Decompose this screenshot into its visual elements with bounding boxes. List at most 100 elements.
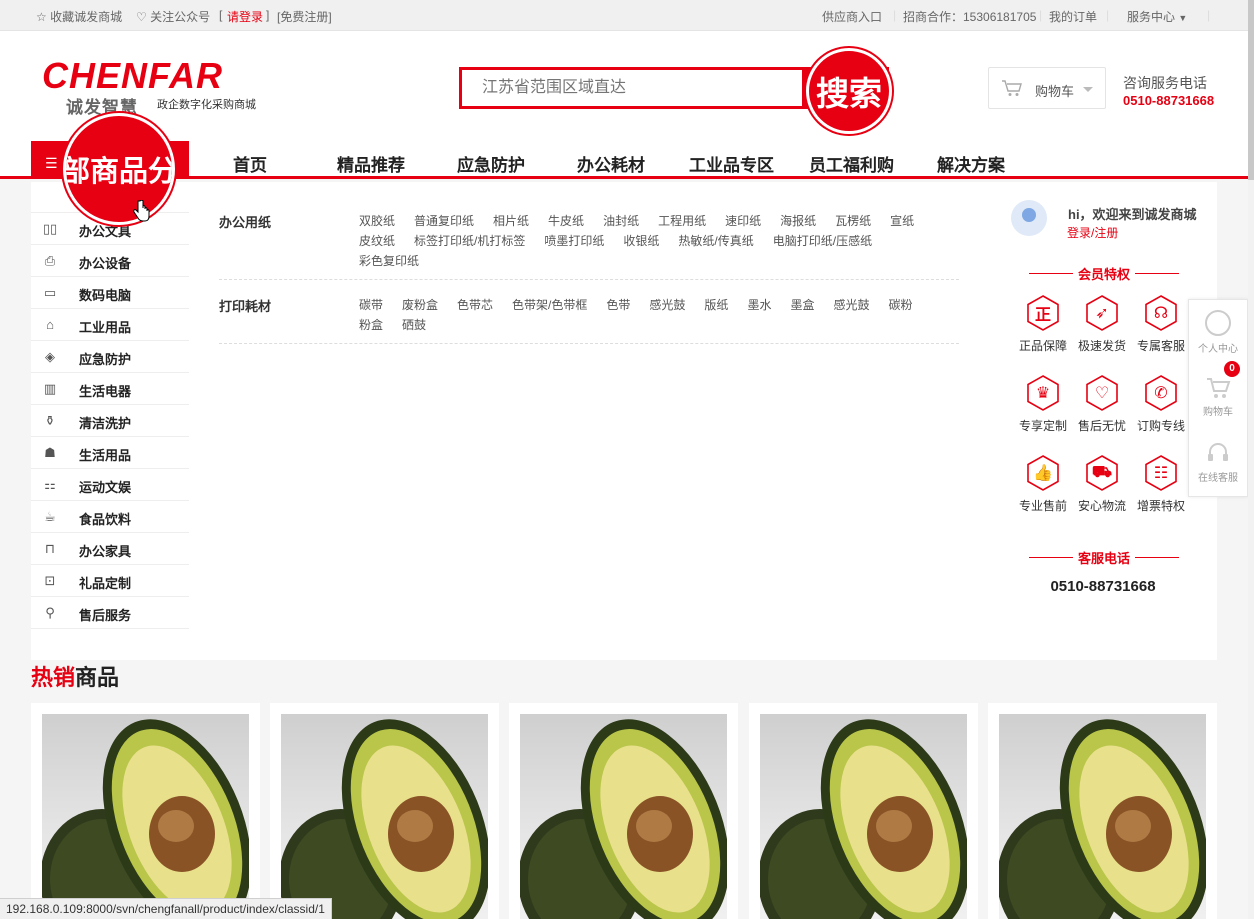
category-link[interactable]: 速印纸 [725, 211, 761, 231]
category-link[interactable]: 电脑打印纸/压感纸 [773, 231, 872, 251]
perk-item[interactable]: 👍 专业售前 [1014, 454, 1072, 514]
nav-emergency[interactable]: 应急防护 [457, 151, 525, 176]
scrollbar[interactable] [1248, 0, 1254, 919]
search-input[interactable] [462, 70, 802, 106]
orders-link[interactable]: 我的订单 [1049, 8, 1097, 25]
category-link[interactable]: 油封纸 [603, 211, 639, 231]
category-link[interactable]: 收银纸 [623, 231, 659, 251]
category-link[interactable]: 瓦楞纸 [835, 211, 871, 231]
group-title[interactable]: 打印耗材 [219, 296, 271, 315]
perk-item[interactable]: ♛ 专享定制 [1014, 374, 1072, 434]
nav-employee-benefits[interactable]: 员工福利购 [809, 151, 894, 176]
perk-item[interactable]: ☊ 专属客服 [1132, 294, 1190, 354]
category-link[interactable]: 色带 [606, 295, 630, 315]
category-link[interactable]: 牛皮纸 [548, 211, 584, 231]
hot-title-rest: 商品 [75, 665, 120, 690]
all-categories-label[interactable]: 部商品分 [63, 113, 175, 225]
category-link[interactable]: 粉盒 [359, 315, 383, 335]
category-link[interactable]: 感光鼓 [833, 295, 869, 315]
login-link[interactable]: 请登录 [227, 8, 263, 25]
nav-office-supplies[interactable]: 办公耗材 [577, 151, 645, 176]
sidebar-item-aftersales[interactable]: ⚲ 售后服务 [31, 597, 189, 629]
perk-item[interactable]: ➶ 极速发货 [1073, 294, 1131, 354]
perk-item[interactable]: 正正品保障 [1014, 294, 1072, 354]
category-link[interactable]: 硒鼓 [402, 315, 426, 335]
product-card[interactable] [31, 703, 260, 919]
nav-featured[interactable]: 精品推荐 [337, 151, 405, 176]
perk-item[interactable]: ✆ 订购专线 [1132, 374, 1190, 434]
nav-solutions[interactable]: 解决方案 [937, 151, 1005, 176]
nav-industrial[interactable]: 工业品专区 [689, 151, 774, 176]
gift-icon: ⊡ [44, 573, 56, 588]
category-link[interactable]: 相片纸 [493, 211, 529, 231]
category-link[interactable]: 工程用纸 [658, 211, 706, 231]
cart-sidebar-label: 购物车 [1203, 407, 1233, 418]
category-link[interactable]: 色带架/色带框 [512, 295, 587, 315]
product-card[interactable] [749, 703, 978, 919]
category-link[interactable]: 宣纸 [890, 211, 914, 231]
divider: | [1106, 8, 1110, 22]
hot-products-title: 热销商品 [31, 660, 119, 692]
cart-sidebar-button[interactable]: 购物车 [1189, 376, 1247, 418]
sidebar-item-industrial[interactable]: ⌂ 工业用品 [31, 309, 189, 341]
headset-icon: ☊ [1142, 294, 1180, 332]
group-title[interactable]: 办公用纸 [219, 212, 271, 231]
sidebar-item-emergency[interactable]: ◈ 应急防护 [31, 341, 189, 373]
supplier-link[interactable]: 供应商入口 [822, 8, 882, 25]
logo[interactable]: CHENFAR [42, 55, 223, 97]
category-link[interactable]: 标签打印纸/机打标签 [414, 231, 525, 251]
avocado-image[interactable] [281, 714, 488, 919]
perk-item[interactable]: ⛟ 安心物流 [1073, 454, 1131, 514]
category-link[interactable]: 海报纸 [780, 211, 816, 231]
sidebar-item-furniture[interactable]: ⊓ 办公家具 [31, 533, 189, 565]
perk-item[interactable]: ♡ 售后无忧 [1073, 374, 1131, 434]
favorite-link[interactable]: ☆ 收藏诚发商城 [36, 8, 122, 25]
avocado-image[interactable] [999, 714, 1206, 919]
sidebar-item-digital[interactable]: ▭ 数码电脑 [31, 277, 189, 309]
avocado-image[interactable] [760, 714, 967, 919]
category-link[interactable]: 废粉盒 [402, 295, 438, 315]
category-link[interactable]: 双胶纸 [359, 211, 395, 231]
category-link[interactable]: 版纸 [704, 295, 728, 315]
scrollbar-thumb[interactable] [1248, 0, 1254, 180]
sidebar-item-cleaning[interactable]: ⚱ 清洁洗护 [31, 405, 189, 437]
register-link[interactable]: [免费注册] [277, 8, 332, 25]
sidebar-item-food[interactable]: ☕ 食品饮料 [31, 501, 189, 533]
search-button[interactable]: 搜索 [806, 48, 892, 134]
dropdown-group: 打印耗材 碳带 废粉盒 色带芯 色带架/色带框 色带 感光鼓 版纸 墨水 墨盒 感光鼓 碳粉粉盒 硒鼓 [219, 296, 959, 344]
product-card[interactable] [270, 703, 499, 919]
sidebar-item-daily[interactable]: ☗ 生活用品 [31, 437, 189, 469]
category-link[interactable]: 感光鼓 [649, 295, 685, 315]
avocado-image[interactable] [42, 714, 249, 919]
category-link[interactable]: 热敏纸/传真纸 [678, 231, 753, 251]
nav-home[interactable]: 首页 [233, 151, 267, 176]
category-link[interactable]: 碳带 [359, 295, 383, 315]
sidebar-item-equipment[interactable]: ⎙ 办公设备 [31, 245, 189, 277]
avatar[interactable] [1011, 200, 1047, 236]
avocado-image[interactable] [520, 714, 727, 919]
profile-button[interactable]: 个人中心 [1189, 310, 1247, 355]
category-link[interactable]: 喷墨打印纸 [544, 231, 604, 251]
cart-button[interactable]: 购物车 [988, 67, 1106, 109]
sidebar-item-gifts[interactable]: ⊡ 礼品定制 [31, 565, 189, 597]
category-link[interactable]: 墨盒 [790, 295, 814, 315]
category-link[interactable]: 碳粉 [888, 295, 912, 315]
service-menu[interactable]: 服务中心 ▼ [1127, 8, 1187, 25]
category-link[interactable]: 色带芯 [457, 295, 493, 315]
product-card[interactable] [509, 703, 738, 919]
sidebar-item-appliances[interactable]: ▥ 生活电器 [31, 373, 189, 405]
perk-item[interactable]: ☷ 增票特权 [1132, 454, 1190, 514]
follow-link[interactable]: ♡ 关注公众号 [136, 8, 210, 25]
category-link[interactable]: 皮纹纸 [359, 231, 395, 251]
cart-label: 购物车 [1035, 84, 1075, 99]
sidebar-item-sports[interactable]: ⚏ 运动文娱 [31, 469, 189, 501]
invest-link[interactable]: 招商合作：15306181705 [903, 8, 1036, 25]
login-register-link[interactable]: 登录/注册 [1067, 224, 1118, 241]
category-link[interactable]: 墨水 [747, 295, 771, 315]
drink-icon: ☕ [44, 509, 56, 524]
category-link[interactable]: 普通复印纸 [414, 211, 474, 231]
product-card[interactable] [988, 703, 1217, 919]
category-link[interactable]: 彩色复印纸 [359, 251, 419, 271]
perks-title: 会员特权 [1029, 264, 1179, 283]
online-service-button[interactable]: 在线客服 [1189, 440, 1247, 484]
